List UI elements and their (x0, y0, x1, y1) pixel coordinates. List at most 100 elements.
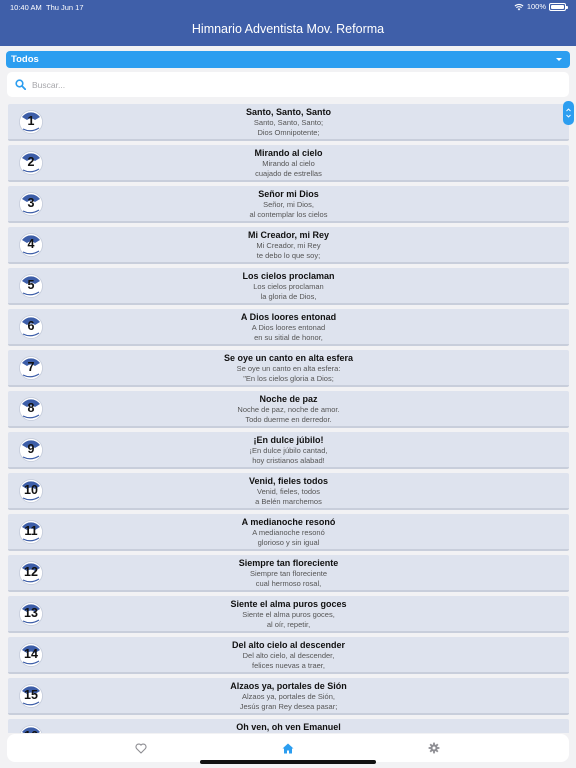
hymn-number: 14 (24, 647, 38, 661)
hymn-text-block: Oh ven, oh ven Emanuel (48, 722, 529, 733)
settings-tab[interactable] (424, 740, 444, 756)
battery-percent: 100% (526, 2, 546, 11)
hymn-list-item[interactable]: 2 Mirando al cielo Mirando al cielo cuajado… (8, 145, 569, 182)
hymn-number: 1 (27, 114, 35, 128)
hymn-title: Mi Creador, mi Rey (247, 230, 330, 240)
hymn-text-block: Los cielos proclaman Los cielos proclaman… (48, 271, 529, 301)
hymn-number: 5 (27, 278, 35, 292)
hymn-title: Noche de paz (259, 394, 318, 404)
hymn-number: 16 (18, 729, 44, 733)
hymn-first-line: Señor, mi Dios, (263, 200, 314, 209)
hymn-first-line: A Dios loores entonad (251, 323, 326, 332)
hymn-first-line: en su sitial de honor, (254, 332, 323, 342)
hymn-first-line: Noche de paz, noche de amor. (237, 405, 340, 414)
gear-icon (428, 742, 440, 754)
app-title: Himnario Adventista Mov. Reforma (191, 22, 385, 36)
hymn-number-badge: 4 (18, 232, 44, 258)
search-input[interactable] (32, 76, 552, 93)
hymn-list-item[interactable]: 16 Oh ven, oh ven Emanuel (8, 719, 569, 733)
hymn-text-block: Se oye un canto en alta esfera Se oye un … (48, 353, 529, 383)
hymn-first-line: al oír, repetir, (266, 619, 311, 629)
hymn-number-badge: 9 (18, 437, 44, 463)
hymn-list-item[interactable]: 10 Venid, fieles todos Venid, fieles, todo… (8, 473, 569, 510)
hymn-first-line: cual hermoso rosal, (255, 578, 322, 588)
hymn-list-item[interactable]: 8 Noche de paz Noche de paz, noche de amor… (8, 391, 569, 428)
hymn-first-line: cuajado de estrellas (255, 168, 322, 178)
hymn-list-item[interactable]: 11 A medianoche resonó A medianoche resonó… (8, 514, 569, 551)
hymn-first-line: "En los cielos gloria a Dios; (243, 373, 334, 383)
heart-icon (135, 743, 147, 754)
home-icon (282, 743, 294, 753)
hymn-number: 8 (27, 401, 35, 415)
hymn-list-item[interactable]: 9 ¡En dulce júbilo! ¡En dulce júbilo canta… (8, 432, 569, 469)
hymn-text-block: A Dios loores entonad A Dios loores enton… (48, 312, 529, 342)
hymn-list-item[interactable]: 14 Del alto cielo al descender Del alto ci… (8, 637, 569, 674)
hymn-number: 6 (27, 319, 35, 333)
hymn-number-badge: 10 (18, 478, 44, 504)
scroll-handle[interactable] (563, 101, 574, 125)
status-indicators: 100% (514, 2, 568, 11)
hymn-first-line: la gloria de Dios, (260, 291, 317, 301)
hymn-first-line: felices nuevas a traer, (252, 660, 325, 670)
hymn-list-item[interactable]: 6 A Dios loores entonad A Dios loores ento… (8, 309, 569, 346)
app-header: 10:40 AM Thu Jun 17 100% Himnario Advent… (0, 0, 576, 46)
hymn-number-badge: 6 (18, 314, 44, 340)
hymn-list-item[interactable]: 5 Los cielos proclaman Los cielos proclama… (8, 268, 569, 305)
category-selected-label: Todos (11, 54, 39, 65)
hymn-text-block: Santo, Santo, Santo Santo, Santo, Santo; D… (48, 107, 529, 137)
hymn-text-block: Alzaos ya, portales de Sión Alzaos ya, po… (48, 681, 529, 711)
hymn-number: 15 (24, 688, 38, 702)
search-bar[interactable] (7, 72, 569, 97)
hymn-text-block: ¡En dulce júbilo! ¡En dulce júbilo cantad… (48, 435, 529, 465)
hymn-first-line: glorioso y sin igual (257, 537, 320, 547)
hymn-list-item[interactable]: 15 Alzaos ya, portales de Sión Alzaos ya, … (8, 678, 569, 715)
hymn-title: Se oye un canto en alta esfera (223, 353, 354, 363)
hymn-first-line: Se oye un canto en alta esfera: (236, 364, 341, 373)
hymn-text-block: Noche de paz Noche de paz, noche de amor.… (48, 394, 529, 424)
hymn-number-badge: 14 (18, 642, 44, 668)
hymn-number: 7 (27, 360, 35, 374)
home-tab[interactable] (278, 740, 298, 756)
hymn-title: Señor mi Dios (258, 189, 319, 199)
hymn-first-line: Jesús gran Rey desea pasar; (239, 701, 338, 711)
scroll-arrows-icon (566, 108, 571, 118)
favorites-tab[interactable] (131, 740, 151, 756)
hymn-title: Oh ven, oh ven Emanuel (236, 722, 341, 732)
category-dropdown[interactable]: Todos (6, 51, 570, 68)
hymn-title: Los cielos proclaman (242, 271, 335, 281)
hymn-list[interactable]: 1 Santo, Santo, Santo Santo, Santo, Santo;… (0, 101, 576, 733)
status-time: 10:40 AM (10, 3, 42, 12)
hymn-first-line: Venid, fieles, todos (257, 487, 320, 496)
hymn-title: Mirando al cielo (254, 148, 323, 158)
hymn-title: Alzaos ya, portales de Sión (230, 681, 347, 691)
hymn-first-line: ¡En dulce júbilo cantad, (249, 446, 328, 455)
hymn-number-badge: 7 (18, 355, 44, 381)
hymn-number-badge: 11 (18, 519, 44, 545)
home-indicator (200, 760, 376, 764)
hymn-title: Del alto cielo al descender (231, 640, 346, 650)
hymn-list-item[interactable]: 12 Siempre tan floreciente Siempre tan flo… (8, 555, 569, 592)
hymn-number: 3 (27, 196, 35, 210)
hymn-number: 2 (27, 155, 35, 169)
hymn-title: ¡En dulce júbilo! (253, 435, 324, 445)
hymn-list-item[interactable]: 13 Siente el alma puros goces Siente el al… (8, 596, 569, 633)
hymn-list-item[interactable]: 4 Mi Creador, mi Rey Mi Creador, mi Rey te … (8, 227, 569, 264)
hymn-first-line: hoy cristianos alabad! (252, 455, 325, 465)
battery-icon (549, 2, 568, 11)
status-bar: 10:40 AM Thu Jun 17 100% (0, 0, 576, 16)
hymn-text-block: Del alto cielo al descender Del alto ciel… (48, 640, 529, 670)
hymn-title: Siente el alma puros goces (230, 599, 347, 609)
hymn-list-item[interactable]: 1 Santo, Santo, Santo Santo, Santo, Santo;… (8, 104, 569, 141)
bottom-nav-bar (7, 734, 569, 762)
hymn-number-badge: 15 (18, 683, 44, 709)
hymn-list-item[interactable]: 3 Señor mi Dios Señor, mi Dios, al contempl… (8, 186, 569, 223)
hymn-text-block: Siente el alma puros goces Siente el alma… (48, 599, 529, 629)
hymn-first-line: Todo duerme en derredor. (245, 414, 332, 424)
hymn-number-badge: 12 (18, 560, 44, 586)
hymn-first-line: Santo, Santo, Santo; (253, 118, 324, 127)
hymn-number: 4 (27, 237, 35, 251)
hymn-list-item[interactable]: 7 Se oye un canto en alta esfera Se oye un… (8, 350, 569, 387)
hymn-text-block: Mi Creador, mi Rey Mi Creador, mi Rey te d… (48, 230, 529, 260)
hymn-first-line: Del alto cielo, al descender, (242, 651, 335, 660)
hymn-title: Siempre tan floreciente (238, 558, 339, 568)
